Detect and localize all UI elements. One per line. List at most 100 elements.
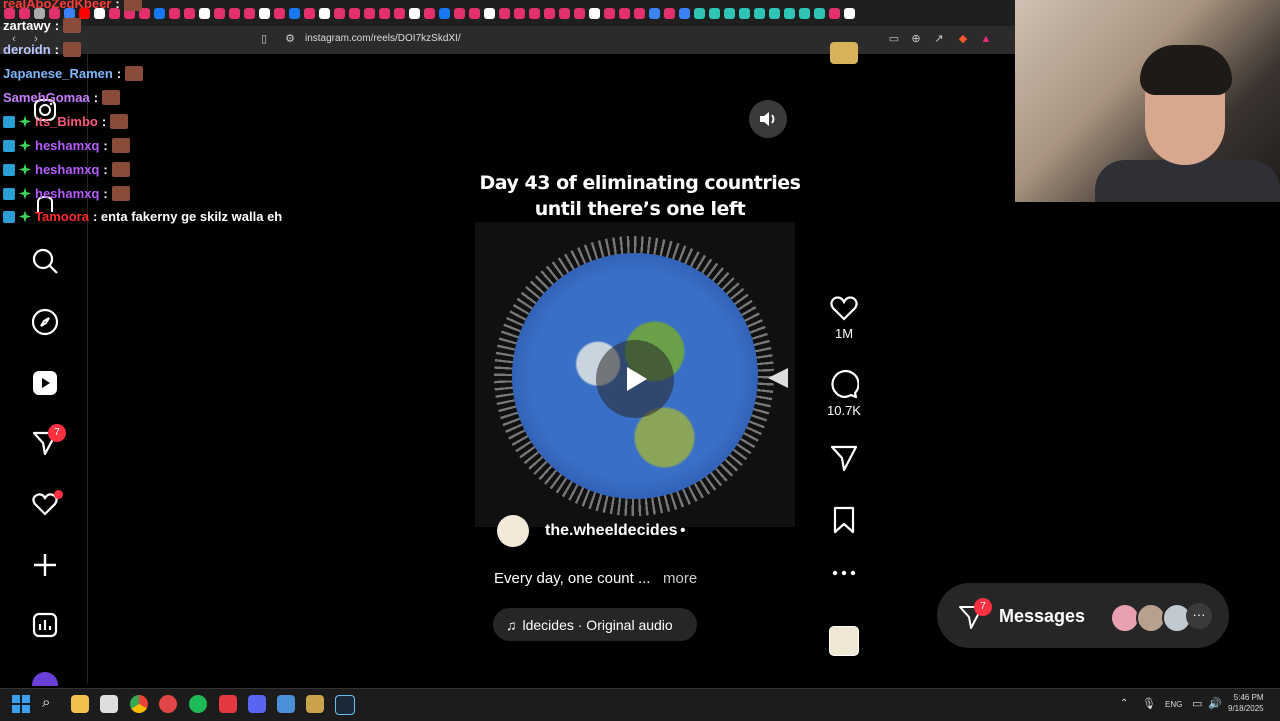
search-icon[interactable] — [30, 246, 60, 276]
language-indicator[interactable]: ENG — [1165, 700, 1182, 709]
browser-tab-favicon[interactable] — [724, 7, 735, 19]
steam-icon[interactable] — [335, 695, 355, 715]
browser-tab-favicon[interactable] — [424, 7, 435, 19]
browser-tab-favicon[interactable] — [379, 7, 390, 19]
creator-avatar[interactable] — [497, 515, 529, 547]
creator-username[interactable]: the.wheeldecides — [545, 522, 678, 540]
browser-tab-favicon[interactable] — [409, 7, 420, 19]
dashboard-icon[interactable] — [30, 610, 60, 640]
browser-tab-favicon[interactable] — [439, 7, 450, 19]
chat-message: Japanese_Ramen: — [3, 66, 144, 81]
taskbar-search-icon[interactable]: ⌕ — [42, 694, 50, 711]
browser-tab-favicon[interactable] — [544, 7, 555, 19]
browser-tab-favicon[interactable] — [679, 7, 690, 19]
browser-tab-favicon[interactable] — [169, 7, 180, 19]
create-plus-icon[interactable] — [30, 550, 60, 580]
address-bar-url[interactable]: instagram.com/reels/DOI7kzSkdXI/ — [305, 33, 461, 44]
browser-tab-favicon[interactable] — [214, 7, 225, 19]
chat-message: heshamxq: — [3, 162, 130, 177]
browser-tab-favicon[interactable] — [394, 7, 405, 19]
browser-tab-favicon[interactable] — [289, 7, 300, 19]
previous-reel-thumb[interactable] — [826, 42, 862, 64]
reels-icon[interactable] — [30, 368, 60, 398]
system-clock[interactable]: 5:46 PM 9/18/2025 — [1228, 692, 1264, 714]
audio-pill[interactable]: ♫ ldecides · Original audio — [493, 608, 697, 641]
volume-icon[interactable]: 🔊 — [1208, 697, 1222, 710]
browser-tab-favicon[interactable] — [334, 7, 345, 19]
chat-username: heshamxq — [35, 162, 100, 177]
chat-message: its_Bimbo: — [3, 114, 129, 129]
explore-icon[interactable] — [30, 307, 60, 337]
browser-tab-favicon[interactable] — [229, 7, 240, 19]
browser-tab-favicon[interactable] — [199, 7, 210, 19]
like-action[interactable]: 1M — [826, 294, 862, 341]
tray-chevron-icon[interactable]: ⌃ — [1120, 698, 1128, 709]
browser-tab-favicon[interactable] — [694, 7, 705, 19]
browser-tab-favicon[interactable] — [244, 7, 255, 19]
comment-action[interactable]: 10.7K — [826, 369, 862, 418]
browser-tab-favicon[interactable] — [769, 7, 780, 19]
windows-start-icon[interactable] — [12, 695, 30, 718]
browser-tab-favicon[interactable] — [499, 7, 510, 19]
browser-tab-favicon[interactable] — [559, 7, 570, 19]
zoom-icon[interactable]: ⊕ — [910, 33, 922, 45]
username-separator: • — [680, 522, 686, 539]
share-action[interactable] — [826, 443, 862, 473]
caption-more-link[interactable]: more — [663, 570, 697, 587]
browser-tab-favicon[interactable] — [514, 7, 525, 19]
file-explorer-icon[interactable] — [71, 695, 89, 713]
save-action[interactable] — [826, 506, 862, 534]
play-button[interactable] — [596, 340, 674, 418]
browser-tab-favicon[interactable] — [604, 7, 615, 19]
store-icon[interactable] — [100, 695, 118, 713]
browser-tab-favicon[interactable] — [154, 7, 165, 19]
browser-tab-favicon[interactable] — [739, 7, 750, 19]
app-red-icon[interactable] — [219, 695, 237, 713]
app-icon[interactable] — [159, 695, 177, 713]
app-gold-icon[interactable] — [306, 695, 324, 713]
browser-tab-favicon[interactable] — [634, 7, 645, 19]
browser-tab-favicon[interactable] — [709, 7, 720, 19]
browser-tab-favicon[interactable] — [274, 7, 285, 19]
network-icon[interactable]: ▭ — [1192, 697, 1202, 710]
browser-tab-favicon[interactable] — [664, 7, 675, 19]
more-options-icon[interactable] — [826, 570, 862, 576]
spotify-icon[interactable] — [189, 695, 207, 713]
site-info-icon[interactable]: ⚙ — [284, 33, 296, 45]
browser-tab-favicon[interactable] — [799, 7, 810, 19]
browser-tab-favicon[interactable] — [814, 7, 825, 19]
browser-tab-favicon[interactable] — [784, 7, 795, 19]
browser-tab-favicon[interactable] — [649, 7, 660, 19]
browser-tab-favicon[interactable] — [574, 7, 585, 19]
chat-emote — [102, 90, 121, 105]
browser-tab-favicon[interactable] — [844, 7, 855, 19]
microphone-icon[interactable]: 🎙 — [1142, 697, 1156, 710]
browser-tab-favicon[interactable] — [589, 7, 600, 19]
browser-tab-favicon[interactable] — [319, 7, 330, 19]
rewards-icon[interactable]: ▲ — [980, 33, 992, 45]
app-blue-icon[interactable] — [277, 695, 295, 713]
discord-icon[interactable] — [248, 695, 266, 713]
dm-count-badge: 7 — [48, 424, 66, 442]
brave-shield-icon[interactable]: ◆ — [957, 33, 969, 45]
audio-thumbnail[interactable] — [826, 626, 862, 656]
chrome-icon[interactable] — [130, 695, 148, 713]
browser-tab-favicon[interactable] — [529, 7, 540, 19]
browser-tab-favicon[interactable] — [349, 7, 360, 19]
mute-toggle-button[interactable] — [749, 100, 787, 138]
chat-star-icon — [19, 210, 31, 223]
browser-tab-favicon[interactable] — [259, 7, 270, 19]
share-icon[interactable]: ↗ — [933, 33, 945, 45]
browser-tab-favicon[interactable] — [754, 7, 765, 19]
browser-tab-favicon[interactable] — [619, 7, 630, 19]
browser-tab-favicon[interactable] — [469, 7, 480, 19]
browser-tab-favicon[interactable] — [454, 7, 465, 19]
share-icon — [830, 445, 858, 472]
bookmark-icon[interactable]: ▯ — [258, 33, 270, 45]
browser-tab-favicon[interactable] — [829, 7, 840, 19]
cast-icon[interactable]: ▭ — [888, 33, 900, 45]
browser-tab-favicon[interactable] — [484, 7, 495, 19]
browser-tab-favicon[interactable] — [304, 7, 315, 19]
browser-tab-favicon[interactable] — [184, 7, 195, 19]
browser-tab-favicon[interactable] — [364, 7, 375, 19]
